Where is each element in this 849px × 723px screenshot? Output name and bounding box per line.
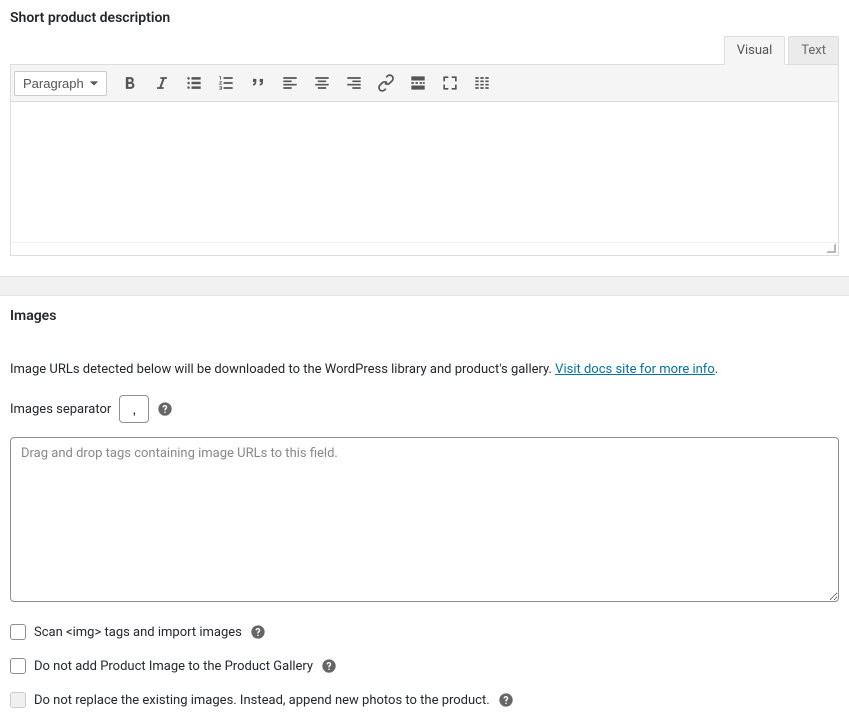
checkbox-scan-img[interactable] [10,624,26,640]
help-icon [250,624,266,640]
numbered-list-icon [216,73,236,93]
separator-row: Images separator [10,395,839,423]
kitchen-sink-button[interactable] [467,68,497,98]
align-right-icon [344,73,364,93]
separator-label: Images separator [10,402,111,417]
bullet-list-button[interactable] [179,68,209,98]
section-divider [0,276,849,296]
numbered-list-button[interactable] [211,68,241,98]
short-description-title: Short product description [10,10,839,26]
blockquote-button[interactable] [243,68,273,98]
bold-icon [120,73,140,93]
fullscreen-button[interactable] [435,68,465,98]
append-help-icon[interactable] [498,692,514,708]
editor-toolbar: Paragraph [11,65,838,102]
images-info-period: . [715,362,718,377]
docs-link[interactable]: Visit docs site for more info [555,362,715,377]
editor-footer [11,242,838,255]
kitchen-sink-icon [472,73,492,93]
bullet-list-icon [184,73,204,93]
images-section: Images Image URLs detected below will be… [0,296,849,720]
format-select[interactable]: Paragraph [14,71,107,96]
editor-container: Paragraph [10,64,839,256]
short-description-section: Short product description Visual Text Pa… [0,0,849,266]
checkbox-no-gallery[interactable] [10,658,26,674]
checkbox-row-scan: Scan <img> tags and import images [10,624,839,640]
checkbox-row-gallery: Do not add Product Image to the Product … [10,658,839,674]
align-center-button[interactable] [307,68,337,98]
images-info-text: Image URLs detected below will be downlo… [10,362,555,377]
italic-button[interactable] [147,68,177,98]
separator-help-icon[interactable] [157,401,173,417]
align-left-icon [280,73,300,93]
align-left-button[interactable] [275,68,305,98]
align-right-button[interactable] [339,68,369,98]
images-info: Image URLs detected below will be downlo… [10,362,839,377]
align-center-icon [312,73,332,93]
blockquote-icon [248,73,268,93]
editor-tabs: Visual Text [10,36,839,65]
bold-button[interactable] [115,68,145,98]
editor-body[interactable] [11,102,838,242]
scan-help-icon[interactable] [250,624,266,640]
link-icon [376,73,396,93]
editor-wrapper: Visual Text Paragraph [10,36,839,256]
resize-handle[interactable] [824,241,836,253]
italic-icon [152,73,172,93]
read-more-button[interactable] [403,68,433,98]
checkbox-append [10,692,26,708]
read-more-icon [408,73,428,93]
images-textarea[interactable] [10,437,839,602]
help-icon [321,658,337,674]
help-icon [498,692,514,708]
checkbox-row-append: Do not replace the existing images. Inst… [10,692,839,708]
tab-text[interactable]: Text [788,36,839,65]
images-title: Images [10,308,839,324]
checkbox-scan-label: Scan <img> tags and import images [34,625,242,640]
fullscreen-icon [440,73,460,93]
checkbox-gallery-label: Do not add Product Image to the Product … [34,659,313,674]
link-button[interactable] [371,68,401,98]
tab-visual[interactable]: Visual [724,36,786,65]
separator-input[interactable] [119,395,149,423]
gallery-help-icon[interactable] [321,658,337,674]
checkbox-append-label: Do not replace the existing images. Inst… [34,693,490,708]
help-icon [157,401,173,417]
